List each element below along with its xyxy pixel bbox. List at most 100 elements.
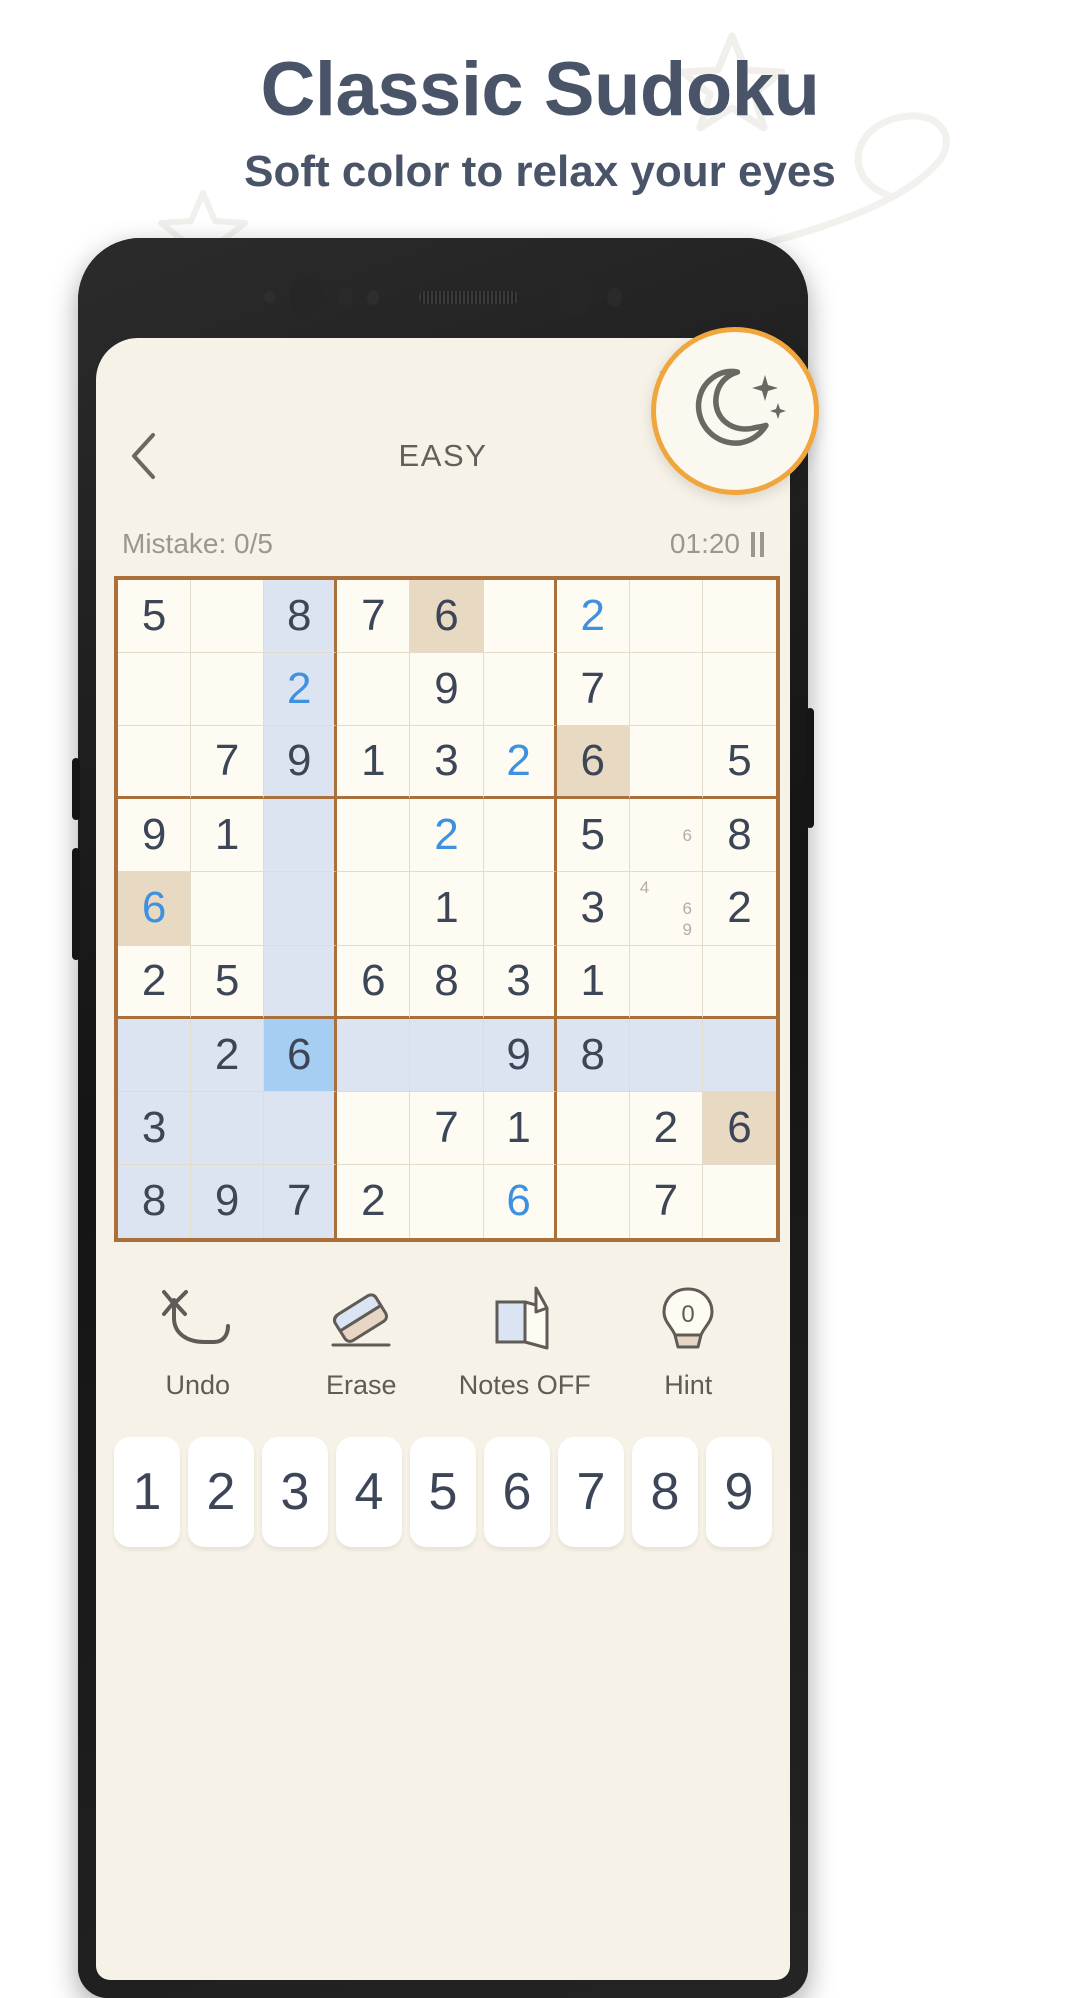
sudoku-cell-r6c5[interactable]: 8 <box>410 945 484 1019</box>
number-key-3[interactable]: 3 <box>262 1437 328 1547</box>
sudoku-cell-r8c3[interactable] <box>264 1091 338 1165</box>
sudoku-cell-r1c2[interactable] <box>191 580 265 654</box>
undo-button[interactable]: Undo <box>123 1284 273 1401</box>
sudoku-cell-r6c8[interactable] <box>629 945 703 1019</box>
number-key-5[interactable]: 5 <box>410 1437 476 1547</box>
sudoku-cell-r1c3[interactable]: 8 <box>264 580 338 654</box>
sudoku-cell-r1c6[interactable] <box>483 580 557 654</box>
sudoku-cell-r8c6[interactable]: 1 <box>483 1091 557 1165</box>
number-key-7[interactable]: 7 <box>558 1437 624 1547</box>
timer-group[interactable]: 01:20 <box>670 528 764 560</box>
sudoku-cell-r9c5[interactable] <box>410 1164 484 1238</box>
erase-button[interactable]: Erase <box>286 1284 436 1401</box>
sudoku-cell-r3c4[interactable]: 1 <box>337 726 411 800</box>
sudoku-cell-r3c5[interactable]: 3 <box>410 726 484 800</box>
sudoku-cell-r5c9[interactable]: 2 <box>702 872 776 946</box>
notes-button[interactable]: Notes OFF <box>450 1284 600 1401</box>
sudoku-cell-r5c3[interactable] <box>264 872 338 946</box>
hint-button[interactable]: 0 Hint <box>613 1284 763 1401</box>
sudoku-cell-r2c6[interactable] <box>483 653 557 727</box>
sudoku-cell-r9c7[interactable] <box>557 1164 630 1238</box>
number-key-6[interactable]: 6 <box>484 1437 550 1547</box>
number-key-1[interactable]: 1 <box>114 1437 180 1547</box>
sudoku-cell-r5c4[interactable] <box>337 872 411 946</box>
sudoku-cell-r7c5[interactable] <box>410 1018 484 1092</box>
sudoku-cell-r5c6[interactable] <box>483 872 557 946</box>
sudoku-cell-r4c8[interactable]: 6 <box>629 799 703 873</box>
sudoku-cell-r7c1[interactable] <box>118 1018 192 1092</box>
sudoku-cell-r7c3[interactable]: 6 <box>264 1018 338 1092</box>
sudoku-cell-r8c4[interactable] <box>337 1091 411 1165</box>
sudoku-cell-r4c2[interactable]: 1 <box>191 799 265 873</box>
number-key-8[interactable]: 8 <box>632 1437 698 1547</box>
sudoku-cell-r4c3[interactable] <box>264 799 338 873</box>
sudoku-cell-r5c8[interactable]: 4 69 <box>629 872 703 946</box>
sudoku-cell-r9c2[interactable]: 9 <box>191 1164 265 1238</box>
number-key-2[interactable]: 2 <box>188 1437 254 1547</box>
sudoku-cell-r4c5[interactable]: 2 <box>410 799 484 873</box>
sudoku-cell-r9c6[interactable]: 6 <box>484 1164 557 1238</box>
sudoku-cell-r3c7[interactable]: 6 <box>556 726 630 800</box>
sudoku-cell-r1c1[interactable]: 5 <box>118 580 192 654</box>
sudoku-cell-r1c9[interactable] <box>702 580 776 654</box>
sudoku-cell-r8c8[interactable]: 2 <box>629 1091 703 1165</box>
sudoku-cell-r2c7[interactable]: 7 <box>556 653 630 727</box>
sudoku-board[interactable]: 5876229779132659125686134692256831269837… <box>114 576 780 1242</box>
sudoku-cell-r7c7[interactable]: 8 <box>556 1018 630 1092</box>
sudoku-cell-r8c1[interactable]: 3 <box>118 1091 192 1165</box>
sudoku-cell-r8c2[interactable] <box>191 1091 265 1165</box>
back-button[interactable] <box>110 423 176 489</box>
sudoku-cell-r6c1[interactable]: 2 <box>118 945 192 1019</box>
sudoku-cell-r6c2[interactable]: 5 <box>191 945 265 1019</box>
sudoku-cell-r2c4[interactable] <box>337 653 411 727</box>
sudoku-cell-r3c6[interactable]: 2 <box>483 726 557 800</box>
sudoku-cell-r9c1[interactable]: 8 <box>118 1164 192 1238</box>
sudoku-cell-r7c4[interactable] <box>337 1018 411 1092</box>
sudoku-cell-r6c3[interactable] <box>264 945 338 1019</box>
sudoku-cell-r2c5[interactable]: 9 <box>410 653 484 727</box>
sudoku-cell-r4c1[interactable]: 9 <box>118 799 192 873</box>
sudoku-cell-r4c7[interactable]: 5 <box>556 799 630 873</box>
number-key-9[interactable]: 9 <box>706 1437 772 1547</box>
sudoku-cell-r1c7[interactable]: 2 <box>556 580 630 654</box>
sudoku-cell-r2c9[interactable] <box>702 653 776 727</box>
sudoku-cell-r5c1[interactable]: 6 <box>118 872 192 946</box>
cell-value: 7 <box>361 591 386 641</box>
sudoku-cell-r8c5[interactable]: 7 <box>410 1091 484 1165</box>
sudoku-cell-r1c5[interactable]: 6 <box>410 580 484 654</box>
sudoku-cell-r6c7[interactable]: 1 <box>556 945 630 1019</box>
sudoku-cell-r6c6[interactable]: 3 <box>483 945 557 1019</box>
pause-icon[interactable] <box>751 531 764 557</box>
sudoku-cell-r2c3[interactable]: 2 <box>264 653 338 727</box>
sudoku-cell-r2c1[interactable] <box>118 653 192 727</box>
sudoku-cell-r8c7[interactable] <box>556 1091 630 1165</box>
sudoku-cell-r9c9[interactable] <box>703 1165 776 1238</box>
sudoku-cell-r9c8[interactable]: 7 <box>630 1164 703 1238</box>
number-key-4[interactable]: 4 <box>336 1437 402 1547</box>
sudoku-cell-r4c6[interactable] <box>483 799 557 873</box>
sudoku-cell-r3c1[interactable] <box>118 726 192 800</box>
night-mode-button[interactable] <box>651 327 819 495</box>
sudoku-cell-r5c5[interactable]: 1 <box>410 872 484 946</box>
sudoku-cell-r7c8[interactable] <box>629 1018 703 1092</box>
sudoku-cell-r9c3[interactable]: 7 <box>264 1164 338 1238</box>
sudoku-cell-r4c4[interactable] <box>337 799 411 873</box>
sudoku-cell-r6c4[interactable]: 6 <box>337 945 411 1019</box>
sudoku-cell-r5c2[interactable] <box>191 872 265 946</box>
sudoku-cell-r1c4[interactable]: 7 <box>337 580 411 654</box>
sudoku-cell-r2c2[interactable] <box>191 653 265 727</box>
sudoku-cell-r6c9[interactable] <box>702 946 776 1019</box>
sudoku-cell-r9c4[interactable]: 2 <box>337 1164 411 1238</box>
sudoku-cell-r7c9[interactable] <box>702 1018 776 1092</box>
sudoku-cell-r5c7[interactable]: 3 <box>556 872 630 946</box>
sudoku-cell-r7c2[interactable]: 2 <box>191 1018 265 1092</box>
sudoku-cell-r2c8[interactable] <box>629 653 703 727</box>
sudoku-cell-r3c2[interactable]: 7 <box>191 726 265 800</box>
sudoku-cell-r1c8[interactable] <box>629 580 703 654</box>
sudoku-cell-r3c9[interactable]: 5 <box>702 726 776 800</box>
sudoku-cell-r3c8[interactable] <box>629 726 703 800</box>
sudoku-cell-r4c9[interactable]: 8 <box>702 799 776 873</box>
sudoku-cell-r7c6[interactable]: 9 <box>483 1018 557 1092</box>
sudoku-cell-r8c9[interactable]: 6 <box>702 1091 776 1165</box>
sudoku-cell-r3c3[interactable]: 9 <box>264 726 338 800</box>
